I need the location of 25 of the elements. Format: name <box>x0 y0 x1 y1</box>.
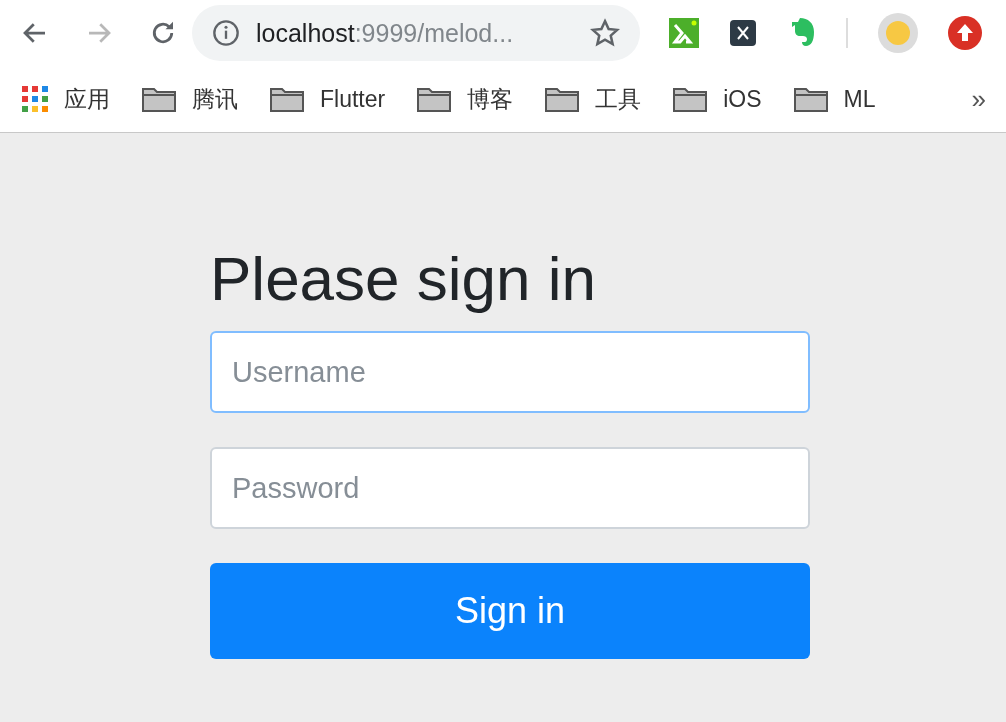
apps-grid-icon <box>22 86 48 112</box>
input-field[interactable]: Username <box>210 331 810 414</box>
folder-icon <box>270 86 304 112</box>
folder-icon <box>793 86 828 112</box>
bookmark-item[interactable]: 应用 <box>22 83 110 115</box>
extension-icon[interactable] <box>730 20 756 46</box>
upload-icon[interactable] <box>948 16 982 50</box>
input-field[interactable]: Password <box>210 447 810 530</box>
url-text: localhost:9999/melod... <box>256 18 515 48</box>
more-bookmarks-button[interactable]: » <box>971 83 986 115</box>
bookmark-item[interactable]: Flutter <box>270 85 386 113</box>
address-bar[interactable]: localhost:9999/melod... <box>192 5 640 61</box>
folder-icon <box>417 86 452 112</box>
sign-in-button[interactable]: Sign in <box>210 563 810 660</box>
bookmark-item[interactable]: 腾讯 <box>142 83 238 115</box>
bookmark-item[interactable]: 博客 <box>417 83 514 115</box>
bookmark-item[interactable]: iOS <box>673 85 762 113</box>
info-icon[interactable] <box>212 19 240 47</box>
folder-icon <box>545 86 580 112</box>
folder-icon <box>673 86 708 112</box>
star-icon[interactable] <box>590 18 620 48</box>
folder-icon <box>142 86 176 112</box>
page-heading: Please sign in <box>210 245 598 314</box>
bookmark-item[interactable]: 工具 <box>545 83 642 115</box>
bookmark-item[interactable]: ML <box>793 85 876 113</box>
